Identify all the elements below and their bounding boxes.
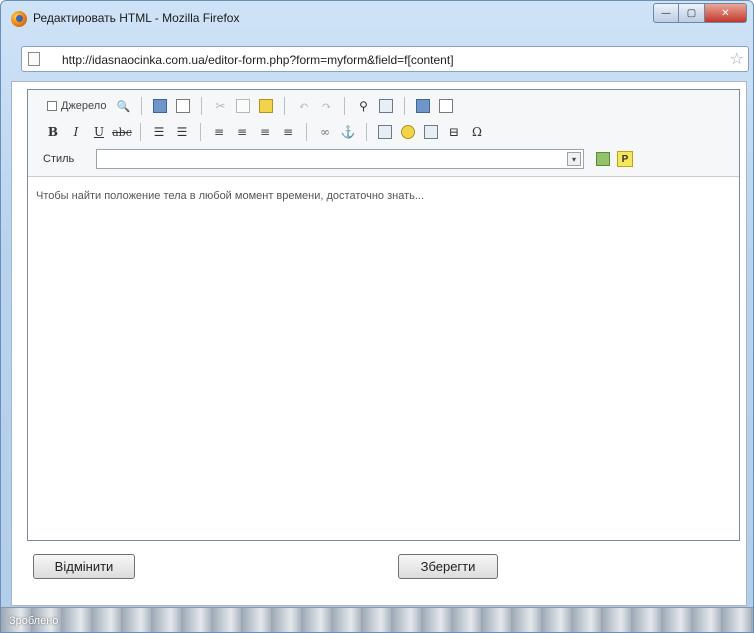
copy-icon [236, 99, 251, 113]
toolbar-separator [344, 97, 346, 115]
horizontal-rule-button[interactable]: ⊟ [444, 122, 464, 142]
toolbar-separator [284, 97, 286, 115]
unlink-icon: ⚓ [340, 125, 356, 139]
numbered-list-button[interactable]: ☰ [149, 122, 169, 142]
url-bar[interactable]: http://idasnaocinka.com.ua/editor-form.p… [21, 46, 749, 72]
editor-toolbar: Джерело 🔍 ✂ ↶ ↷ ⚲ B I U abc ☰ ☰ ≡ ≡ ≡ ≡ … [28, 90, 739, 177]
italic-button[interactable]: I [66, 122, 86, 142]
redo-icon: ↷ [321, 99, 332, 113]
format-icon [596, 152, 610, 166]
paste-icon [176, 99, 191, 113]
source-button[interactable]: Джерело [43, 96, 110, 116]
editor-content[interactable]: Чтобы найти положение тела в любой момен… [36, 190, 424, 202]
cancel-button[interactable]: Відмінити [33, 554, 135, 579]
horizontal-rule-icon: ⊟ [448, 125, 460, 139]
maximize-button[interactable]: ▢ [679, 3, 705, 23]
preview-button[interactable] [436, 96, 456, 116]
paste-button[interactable] [173, 96, 193, 116]
firefox-icon [11, 11, 27, 27]
toolbar-row-3: Стиль ▾ P [43, 148, 638, 170]
align-left-button[interactable]: ≡ [209, 122, 229, 142]
source-icon [47, 101, 57, 111]
save-button[interactable]: Зберегти [398, 554, 498, 579]
table-icon [424, 125, 438, 139]
strikethrough-button[interactable]: abc [112, 122, 132, 142]
numbered-list-icon: ☰ [153, 125, 165, 139]
undo-button[interactable]: ↶ [293, 96, 313, 116]
paste-text-button[interactable] [256, 96, 276, 116]
image-icon [378, 125, 392, 139]
underline-button[interactable]: U [89, 122, 109, 142]
paragraph-button[interactable]: P [617, 151, 633, 167]
preview-icon [439, 99, 454, 113]
browser-window: Редактировать HTML - Mozilla Firefox — ▢… [0, 0, 754, 633]
toolbar-row-2: B I U abc ☰ ☰ ≡ ≡ ≡ ≡ ∞ ⚓ ⊟ Ω [43, 120, 487, 144]
html-editor: Джерело 🔍 ✂ ↶ ↷ ⚲ B I U abc ☰ ☰ ≡ ≡ ≡ ≡ … [27, 89, 740, 541]
bulleted-list-icon: ☰ [176, 125, 188, 139]
link-button[interactable]: ∞ [315, 122, 335, 142]
close-button[interactable]: ✕ [705, 3, 747, 23]
toolbar-row-3-tools: P [593, 149, 633, 169]
toolbar-row-1: Джерело 🔍 ✂ ↶ ↷ ⚲ [43, 94, 456, 118]
cut-button[interactable]: ✂ [210, 96, 230, 116]
toolbar-separator [200, 123, 201, 141]
flash-icon [401, 125, 415, 139]
undo-icon: ↶ [298, 99, 309, 113]
window-controls: — ▢ ✕ [653, 3, 747, 23]
replace-icon [379, 99, 394, 113]
toolbar-separator [140, 123, 141, 141]
title-bar: Редактировать HTML - Mozilla Firefox — ▢… [1, 1, 753, 39]
copy-button[interactable] [233, 96, 253, 116]
page-icon [28, 52, 40, 66]
paste-text-icon [259, 99, 274, 113]
toolbar-separator [404, 97, 406, 115]
justify-button[interactable]: ≡ [278, 122, 298, 142]
search-button[interactable]: 🔍 [113, 96, 133, 116]
align-center-button[interactable]: ≡ [232, 122, 252, 142]
toolbar-separator [141, 97, 143, 115]
special-char-button[interactable]: Ω [467, 122, 487, 142]
chevron-down-icon[interactable]: ▾ [567, 152, 581, 166]
binoculars-icon: ⚲ [359, 99, 368, 113]
unlink-button[interactable]: ⚓ [338, 122, 358, 142]
window-title: Редактировать HTML - Mozilla Firefox [33, 11, 240, 25]
toolbar-separator [201, 97, 203, 115]
cut-icon: ✂ [215, 99, 226, 113]
status-text: Зроблено [9, 615, 59, 627]
select-all-button[interactable] [413, 96, 433, 116]
format-button[interactable] [593, 149, 613, 169]
minimize-button[interactable]: — [653, 3, 679, 23]
find-button[interactable]: ⚲ [353, 96, 373, 116]
bulleted-list-button[interactable]: ☰ [172, 122, 192, 142]
image-button[interactable] [375, 122, 395, 142]
align-center-icon: ≡ [236, 125, 248, 139]
bookmark-star-icon[interactable]: ☆ [730, 49, 744, 68]
redo-button[interactable]: ↷ [316, 96, 336, 116]
style-select[interactable]: ▾ [96, 149, 584, 169]
status-bar: Зроблено [1, 607, 753, 632]
save-icon [153, 99, 168, 113]
align-right-icon: ≡ [259, 125, 271, 139]
align-right-button[interactable]: ≡ [255, 122, 275, 142]
source-label: Джерело [61, 100, 107, 112]
table-button[interactable] [421, 122, 441, 142]
save-doc-button[interactable] [150, 96, 170, 116]
toolbar-separator [306, 123, 307, 141]
replace-button[interactable] [376, 96, 396, 116]
justify-icon: ≡ [282, 125, 294, 139]
style-label: Стиль [43, 153, 75, 165]
select-all-icon [416, 99, 431, 113]
bold-button[interactable]: B [43, 122, 63, 142]
align-left-icon: ≡ [213, 125, 225, 139]
search-icon: 🔍 [116, 99, 131, 113]
url-text[interactable]: http://idasnaocinka.com.ua/editor-form.p… [62, 53, 454, 67]
toolbar-separator [366, 123, 367, 141]
flash-button[interactable] [398, 122, 418, 142]
